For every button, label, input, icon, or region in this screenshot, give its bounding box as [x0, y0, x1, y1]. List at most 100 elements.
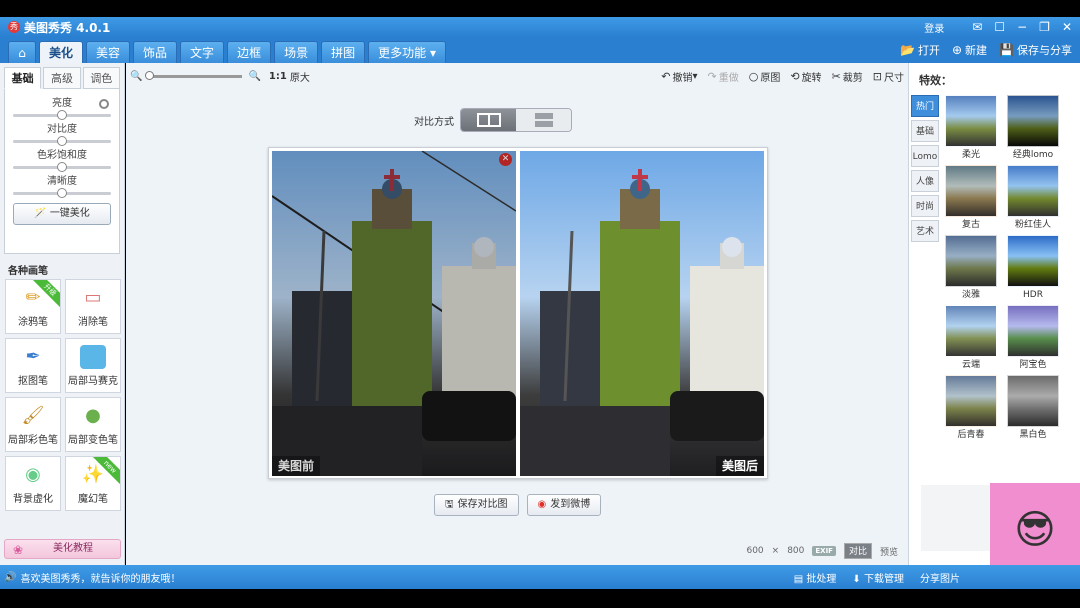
zoom-out-icon[interactable]: 🔍 — [130, 71, 142, 82]
side-by-side-button[interactable] — [461, 109, 516, 131]
brush-blur-background[interactable]: ◉ 背景虚化 — [5, 456, 61, 511]
original-button[interactable]: ○ 原图 — [749, 69, 781, 84]
tab-basic[interactable]: 基础 — [4, 67, 42, 89]
tab-fashion[interactable]: 时尚 — [911, 195, 939, 217]
tab-color[interactable]: 调色 — [82, 67, 120, 89]
chat-icon[interactable]: ☐ — [994, 21, 1005, 33]
effect-soft-light[interactable]: 柔光 — [945, 95, 997, 163]
effect-classic-lomo[interactable]: 经典lomo — [1007, 95, 1059, 163]
rotate-button[interactable]: ⟲ 旋转 — [790, 69, 821, 84]
tab-art[interactable]: 艺术 — [911, 220, 939, 242]
contrast-knob[interactable] — [57, 136, 67, 146]
brush-cutout[interactable]: ✒ 抠图笔 — [5, 338, 61, 393]
feedback-icon[interactable]: ✉ — [972, 21, 982, 33]
open-label: 打开 — [917, 44, 940, 57]
tab-hot[interactable]: 热门 — [911, 95, 939, 117]
save-compare-button[interactable]: 🖫 保存对比图 — [434, 494, 519, 516]
undo-button[interactable]: ↶ 撤销 ▾ — [661, 69, 697, 84]
photo-before: ✕ 美图前 — [272, 151, 516, 476]
send-weibo-button[interactable]: ◉ 发到微博 — [526, 494, 602, 516]
tab-border[interactable]: 边框 — [227, 41, 272, 63]
batch-icon: ▤ — [793, 573, 804, 585]
effect-cloud[interactable]: 云端 — [945, 305, 997, 373]
tutorial-label: 美化教程 — [53, 543, 93, 554]
rotate-icon: ⟲ — [790, 69, 800, 83]
canvas-area: 🔍 🔍 1:1 原大 ↶ 撤销 ▾ ↷ 重做 ○ 原图 ⟲ 旋转 ✂ 裁剪 ⊡ 尺寸 对比方… — [126, 63, 908, 565]
new-button[interactable]: ⊕ 新建 — [952, 42, 987, 58]
resize-button[interactable]: ⊡ 尺寸 — [873, 69, 904, 84]
crop-button[interactable]: ✂ 裁剪 — [832, 69, 863, 84]
zoom-slider[interactable] — [145, 70, 243, 80]
tab-advanced[interactable]: 高级 — [43, 67, 81, 89]
close-button[interactable]: ✕ — [1062, 21, 1072, 33]
compare-mode-button[interactable]: 对比 — [843, 543, 872, 559]
effect-pink-lady[interactable]: 粉红佳人 — [1007, 165, 1059, 233]
zoom-knob[interactable] — [145, 70, 155, 80]
original-size-label[interactable]: 原大 — [290, 69, 310, 84]
effect-thumb — [945, 165, 997, 217]
undo-icon: ↶ — [661, 69, 671, 83]
eraser-icon: ▭ — [84, 287, 102, 308]
tab-beautify[interactable]: 美化 — [39, 41, 84, 63]
scissors-icon: ✂ — [831, 69, 841, 83]
ratio-label[interactable]: 1:1 — [269, 71, 287, 82]
status-message[interactable]: 喜欢美图秀秀，就告诉你的朋友哦！ — [20, 570, 180, 585]
tab-beauty[interactable]: 美容 — [86, 41, 131, 63]
tab-collage[interactable]: 拼图 — [321, 41, 366, 63]
login-link[interactable]: 登录 — [924, 20, 944, 35]
tab-text[interactable]: 文字 — [180, 41, 225, 63]
brush-eraser[interactable]: ▭ 消除笔 — [65, 279, 121, 334]
reset-icon[interactable] — [99, 99, 109, 109]
tab-portrait[interactable]: 人像 — [911, 170, 939, 192]
brush-magic[interactable]: ✨ 魔幻笔 new — [65, 456, 121, 511]
download-button[interactable]: ⬇ 下载管理 — [852, 570, 904, 585]
brush-doodle[interactable]: ✏ 涂鸦笔 升级 — [5, 279, 61, 334]
batch-button[interactable]: ▤ 批处理 — [794, 570, 837, 585]
open-button[interactable]: 📂 打开 — [900, 42, 940, 58]
contrast-slider: 对比度 — [5, 123, 119, 146]
effect-label: 阿宝色 — [1019, 360, 1047, 370]
share-button[interactable]: 分享图片 — [920, 570, 960, 585]
effect-black-white[interactable]: 黑白色 — [1007, 375, 1059, 443]
tab-more[interactable]: 更多功能 ▾ — [368, 41, 446, 63]
brush-local-color[interactable]: 🖌 局部彩色笔 — [5, 397, 61, 452]
effect-youth[interactable]: 后青春 — [945, 375, 997, 443]
new-label: 新建 — [965, 44, 988, 57]
brush-mosaic[interactable]: 局部马赛克 — [65, 338, 121, 393]
save-share-button[interactable]: 💾 保存与分享 — [999, 42, 1072, 58]
tab-accessories[interactable]: 饰品 — [133, 41, 178, 63]
restore-button[interactable]: ❐ — [1039, 21, 1050, 33]
exif-button[interactable]: EXIF — [812, 546, 836, 556]
tab-lomo[interactable]: Lomo — [911, 145, 939, 167]
redo-icon: ↷ — [707, 69, 717, 83]
effect-hdr[interactable]: HDR — [1007, 235, 1059, 303]
brightness-knob[interactable] — [57, 110, 67, 120]
save-icon: 🖫 — [445, 499, 454, 510]
top-bottom-button[interactable] — [516, 109, 571, 131]
brushes-title: 各种画笔 — [8, 266, 48, 277]
one-key-beautify-button[interactable]: 🪄 一键美化 — [13, 203, 111, 225]
saturation-knob[interactable] — [57, 162, 67, 172]
beautify-tutorial-button[interactable]: ❀ 美化教程 — [4, 539, 121, 559]
contrast-track[interactable] — [13, 136, 111, 146]
tab-scene[interactable]: 场景 — [274, 41, 319, 63]
zoom-in-icon[interactable]: 🔍 — [248, 71, 260, 82]
paintbrush-icon: 🖌 — [21, 405, 45, 426]
saturation-track[interactable] — [13, 162, 111, 172]
preview-button[interactable]: 预览 — [880, 545, 898, 558]
brightness-track[interactable] — [13, 110, 111, 120]
sharpness-track[interactable] — [13, 188, 111, 198]
effect-elegant[interactable]: 淡雅 — [945, 235, 997, 303]
avatar: 😎 — [990, 483, 1080, 577]
home-tab[interactable]: ⌂ — [8, 41, 36, 63]
effect-thumb — [945, 95, 997, 147]
effect-retro[interactable]: 复古 — [945, 165, 997, 233]
redo-button[interactable]: ↷ 重做 — [708, 69, 739, 84]
minimize-button[interactable]: − — [1017, 21, 1027, 33]
tab-basic-effects[interactable]: 基础 — [911, 120, 939, 142]
close-icon[interactable]: ✕ — [499, 153, 512, 166]
sharpness-knob[interactable] — [57, 188, 67, 198]
brush-recolor[interactable]: ● 局部变色笔 — [65, 397, 121, 452]
save-icon: 💾 — [999, 43, 1014, 57]
effect-abao[interactable]: 阿宝色 — [1007, 305, 1059, 373]
